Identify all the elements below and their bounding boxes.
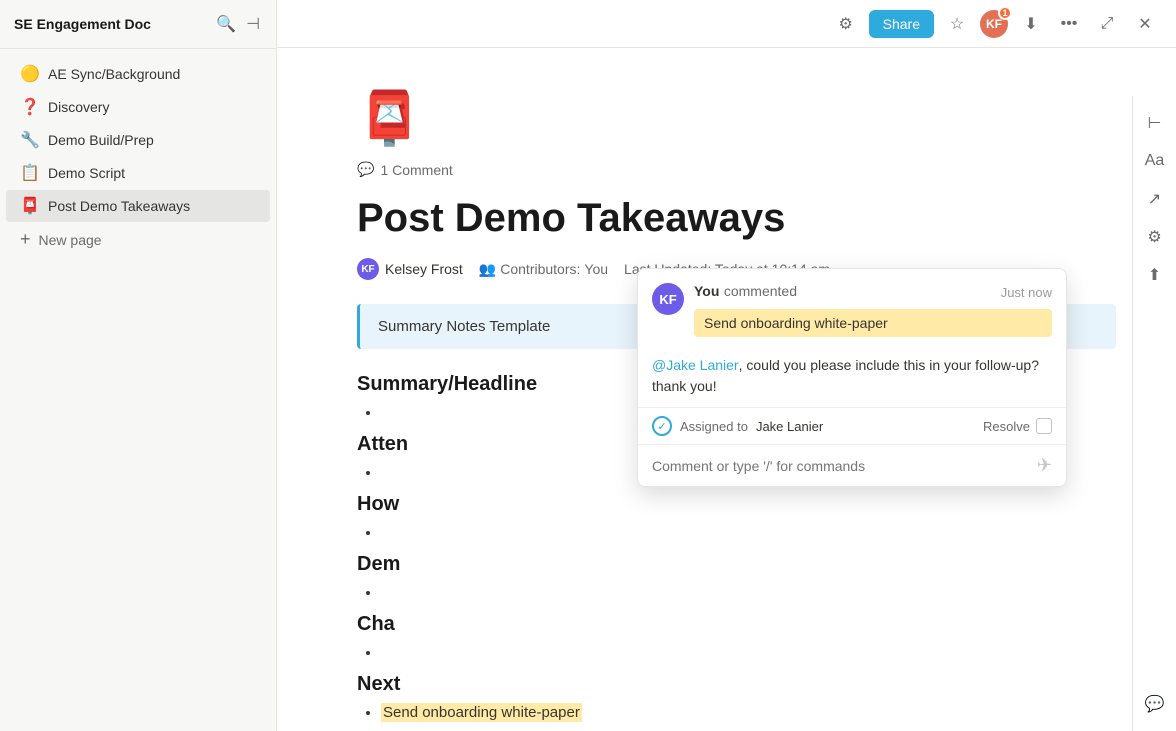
comment-input-area: ✈ [638, 444, 1066, 486]
comment-assigned: ✓ Assigned to Jake Lanier Resolve [638, 407, 1066, 444]
comment-author-line: You commented [694, 283, 797, 301]
ae-sync-icon: 🟡 [20, 64, 40, 84]
comment-action: commented [724, 283, 797, 299]
sidebar-item-post-demo-label: Post Demo Takeaways [48, 198, 256, 214]
sidebar-item-discovery-label: Discovery [48, 99, 256, 115]
integrations-icon[interactable]: ⚙ [1140, 222, 1170, 252]
section-next: Next Send onboarding white-paper [357, 673, 1116, 721]
section-dem-heading: Dem [357, 553, 1116, 576]
sidebar-title: SE Engagement Doc [14, 16, 151, 32]
section-next-bullet-1: Send onboarding white-paper [381, 704, 1116, 721]
new-page-plus-icon: + [20, 229, 31, 250]
resolve-label: Resolve [983, 419, 1030, 434]
comments-panel-icon[interactable]: 💬 [1140, 689, 1170, 719]
star-icon[interactable]: ☆ [942, 9, 972, 39]
user-avatar[interactable]: KF 1 [980, 10, 1008, 38]
discovery-icon: ❓ [20, 97, 40, 117]
check-circle-icon: ✓ [652, 416, 672, 436]
demo-build-icon: 🔧 [20, 130, 40, 150]
sidebar-nav: 🟡 AE Sync/Background ❓ Discovery 🔧 Demo … [0, 49, 276, 731]
section-cha-bullet-1 [381, 644, 1116, 661]
fullscreen-icon[interactable]: ⤢ [1092, 9, 1122, 39]
comment-author: You [694, 283, 719, 299]
more-options-icon[interactable]: ••• [1054, 9, 1084, 39]
section-next-bullets: Send onboarding white-paper [381, 704, 1116, 721]
page-emoji[interactable]: 📮 [357, 88, 1116, 149]
comment-icon: 💬 [357, 161, 374, 178]
new-page-item[interactable]: + New page [6, 223, 270, 256]
main-content: ⚙ Share ☆ KF 1 ⬇ ••• ⤢ ✕ 📮 💬 1 Comment P… [277, 0, 1176, 731]
topbar: ⚙ Share ☆ KF 1 ⬇ ••• ⤢ ✕ [277, 0, 1176, 48]
share-right-icon[interactable]: ↗ [1140, 184, 1170, 214]
comment-input[interactable] [652, 458, 1029, 474]
sidebar-item-ae-sync[interactable]: 🟡 AE Sync/Background [6, 58, 270, 90]
export-icon[interactable]: ⬆ [1140, 260, 1170, 290]
author-avatar: KF [357, 258, 379, 280]
sidebar-item-ae-sync-label: AE Sync/Background [48, 66, 256, 82]
send-icon[interactable]: ✈ [1037, 455, 1052, 476]
section-cha: Cha [357, 613, 1116, 661]
section-cha-heading: Cha [357, 613, 1116, 636]
section-next-heading: Next [357, 673, 1116, 696]
commenter-avatar: KF [652, 283, 684, 315]
assigned-to-label: Assigned to [680, 419, 748, 434]
sidebar: SE Engagement Doc 🔍 ⊣ 🟡 AE Sync/Backgrou… [0, 0, 277, 731]
search-icon[interactable]: 🔍 [214, 12, 238, 36]
text-size-icon[interactable]: Aa [1140, 146, 1170, 176]
sidebar-item-discovery[interactable]: ❓ Discovery [6, 91, 270, 123]
close-icon[interactable]: ✕ [1130, 9, 1160, 39]
sidebar-header-actions: 🔍 ⊣ [214, 12, 262, 36]
resolve-button[interactable]: Resolve [983, 418, 1052, 434]
sidebar-item-demo-build-prep[interactable]: 🔧 Demo Build/Prep [6, 124, 270, 156]
sidebar-item-post-demo[interactable]: 📮 Post Demo Takeaways [6, 190, 270, 222]
comment-popup: KF You commented Just now Send onboardin… [637, 268, 1067, 487]
comment-body: You commented Just now Send onboarding w… [694, 283, 1052, 347]
page-title: Post Demo Takeaways [357, 194, 1116, 242]
sidebar-item-demo-build-label: Demo Build/Prep [48, 132, 256, 148]
assigned-left: ✓ Assigned to Jake Lanier [652, 416, 823, 436]
comment-header: KF You commented Just now Send onboardin… [638, 269, 1066, 355]
notification-badge: 1 [998, 6, 1012, 20]
section-dem-bullet-1 [381, 584, 1116, 601]
post-demo-icon: 📮 [20, 196, 40, 216]
assigned-to-name: Jake Lanier [756, 419, 823, 434]
section-cha-bullets [381, 644, 1116, 661]
section-dem: Dem [357, 553, 1116, 601]
new-page-label: New page [39, 232, 102, 248]
contributors-label: Contributors: [500, 261, 580, 277]
sidebar-item-demo-script-label: Demo Script [48, 165, 256, 181]
right-panel: ⊢ Aa ↗ ⚙ ⬆ 💬 [1132, 96, 1176, 731]
callout-text: Summary Notes Template [378, 318, 550, 335]
section-how-heading: How [357, 493, 1116, 516]
sidebar-item-demo-script[interactable]: 📋 Demo Script [6, 157, 270, 189]
author-name: Kelsey Frost [385, 261, 463, 277]
section-how: How [357, 493, 1116, 541]
share-button[interactable]: Share [869, 10, 934, 38]
comment-meta: You commented Just now [694, 283, 1052, 301]
demo-script-icon: 📋 [20, 163, 40, 183]
section-how-bullets [381, 524, 1116, 541]
page-contributors: 👥 Contributors: You [479, 261, 608, 278]
highlighted-next-step: Send onboarding white-paper [381, 703, 582, 722]
comment-mention[interactable]: @Jake Lanier [652, 357, 739, 373]
contributors-icon: 👥 [479, 261, 496, 278]
section-how-bullet-1 [381, 524, 1116, 541]
comment-highlight-text: Send onboarding white-paper [694, 309, 1052, 337]
collapse-right-icon[interactable]: ⊢ [1140, 108, 1170, 138]
comment-count-label: 1 Comment [380, 162, 452, 178]
comment-count[interactable]: 💬 1 Comment [357, 161, 1116, 178]
download-icon[interactable]: ⬇ [1016, 9, 1046, 39]
sidebar-header: SE Engagement Doc 🔍 ⊣ [0, 0, 276, 49]
comment-text: @Jake Lanier, could you please include t… [638, 355, 1066, 407]
page-author: KF Kelsey Frost [357, 258, 463, 280]
collapse-sidebar-icon[interactable]: ⊣ [244, 12, 262, 36]
resolve-checkbox[interactable] [1036, 418, 1052, 434]
settings-icon[interactable]: ⚙ [831, 9, 861, 39]
contributors-value: You [584, 261, 608, 277]
comment-time: Just now [1001, 285, 1052, 300]
section-dem-bullets [381, 584, 1116, 601]
